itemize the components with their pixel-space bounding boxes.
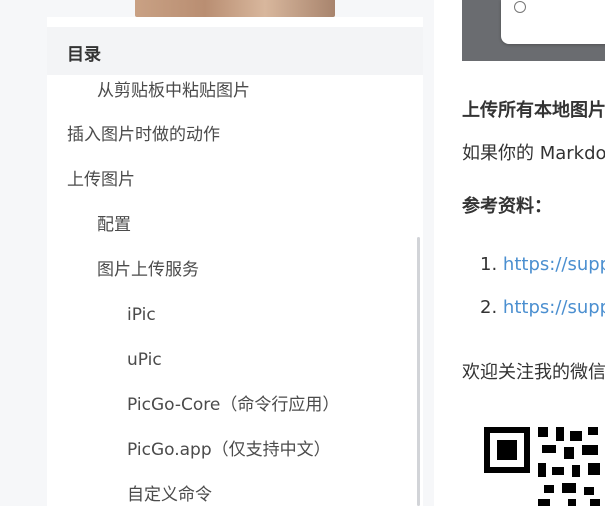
toc-item-label: 图片上传服务 <box>97 260 199 280</box>
toc-item-label: 从剪贴板中粘贴图片 <box>97 81 250 101</box>
toc-scrollbar[interactable] <box>417 237 420 506</box>
upload-all-heading: 上传所有本地图片 <box>462 100 605 121</box>
reference-link-2[interactable]: https://support.typora.io/ <box>503 297 605 318</box>
markdown-paragraph: 如果你的 Markdown <box>462 143 605 164</box>
follow-paragraph: 欢迎关注我的微信公众号 <box>462 362 605 383</box>
toc-item-label: 配置 <box>97 215 131 235</box>
qr-code-image <box>538 427 605 506</box>
reference-item-2: 2. https://support.typora.io/ <box>480 297 605 318</box>
list-number: 2. <box>480 297 498 318</box>
toc-item-upic[interactable]: uPic <box>47 346 423 374</box>
toc-item-label: PicGo.app（仅支持中文） <box>127 440 331 460</box>
toc-item-config[interactable]: 配置 <box>47 211 423 239</box>
reference-link-1[interactable]: https://support.typora.io/ <box>503 254 605 275</box>
toc-item-label: PicGo-Core（命令行应用） <box>127 395 340 415</box>
toc-item-label: 自定义命令 <box>127 485 212 505</box>
radio-circle-icon <box>514 1 526 13</box>
toc-title: 目录 <box>67 45 101 65</box>
toc-item-custom-command[interactable]: 自定义命令 <box>47 481 423 506</box>
references-heading: 参考资料： <box>462 196 552 217</box>
toc-item-insert-image-actions[interactable]: 插入图片时做的动作 <box>47 121 423 149</box>
toc-header: 目录 <box>47 27 423 75</box>
toc-item-label: uPic <box>127 350 162 370</box>
article-screenshot-image <box>462 0 605 61</box>
reference-item-1: 1. https://support.typora.io/ <box>480 254 605 275</box>
toc-sidebar: 目录 从剪贴板中粘贴图片 插入图片时做的动作 上传图片 配置 图片上传服务 iP… <box>47 0 423 506</box>
screenshot-dialog <box>501 0 605 44</box>
toc-item-label: 上传图片 <box>67 170 135 190</box>
toc-item-picgo-app[interactable]: PicGo.app（仅支持中文） <box>47 436 423 464</box>
toc-item-paste-image[interactable]: 从剪贴板中粘贴图片 <box>47 77 423 105</box>
toc-item-label: 插入图片时做的动作 <box>67 125 220 145</box>
toc-item-label: iPic <box>127 305 156 325</box>
list-number: 1. <box>480 254 498 275</box>
qr-code-finder <box>484 427 530 473</box>
toc-item-picgo-core[interactable]: PicGo-Core（命令行应用） <box>47 391 423 419</box>
toc-item-upload-images[interactable]: 上传图片 <box>47 166 423 194</box>
toc-item-upload-services[interactable]: 图片上传服务 <box>47 256 423 284</box>
toc-item-ipic[interactable]: iPic <box>47 301 423 329</box>
sidebar-cover-image <box>135 0 335 17</box>
sidebar-image-card <box>47 0 423 17</box>
